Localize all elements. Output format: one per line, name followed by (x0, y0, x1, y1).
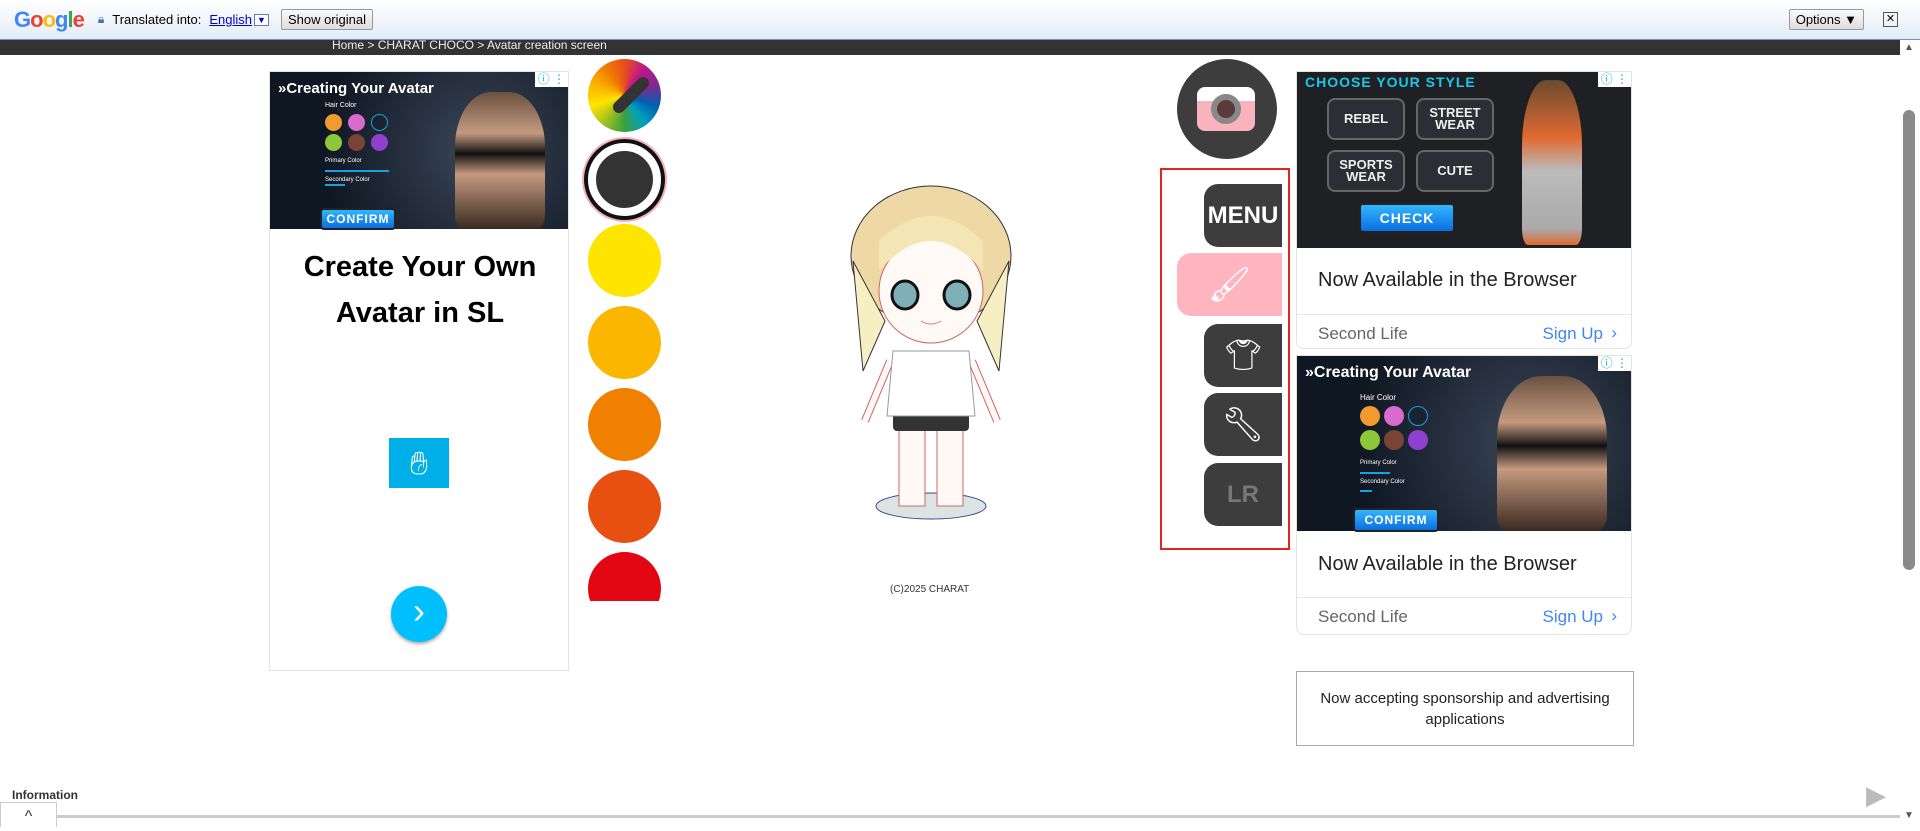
ad-title[interactable]: Now Available in the Browser (1318, 553, 1577, 576)
secondary-color-label: Secondary Color (325, 177, 370, 183)
language-dropdown-icon[interactable]: ▼ (254, 13, 269, 26)
close-icon[interactable]: ✕ (1883, 12, 1898, 27)
translated-into-label: Translated into: (112, 12, 202, 27)
breadcrumb-separator: > (367, 38, 375, 52)
menu-button[interactable]: MENU (1204, 184, 1282, 247)
scrollbar-thumb[interactable] (1903, 110, 1915, 570)
scrollbar[interactable]: ▲ ▼ (1900, 40, 1920, 827)
breadcrumb-separator: > (477, 38, 485, 52)
copyright-text: (C)2025 CHARAT (890, 584, 970, 595)
options-button[interactable]: Options ▼ (1788, 9, 1864, 30)
scroll-up-icon[interactable]: ▲ (1904, 42, 1914, 53)
color-swatch-amber[interactable] (588, 306, 661, 379)
ad-title[interactable]: Now Available in the Browser (1318, 269, 1577, 292)
breadcrumb-section[interactable]: CHARAT CHOCO (378, 38, 474, 52)
breadcrumb: Home > CHARAT CHOCO > Avatar creation sc… (0, 38, 1900, 55)
style-option: REBEL (1327, 98, 1405, 140)
left-ad[interactable]: »Creating Your Avatar Hair Color Primary… (269, 71, 569, 671)
ad-model-image (1497, 376, 1607, 531)
second-life-logo-icon: ✋︎ (389, 438, 449, 488)
hair-color-label: Hair Color (325, 102, 357, 109)
paint-tube-icon: 🖌︎ (1207, 265, 1252, 304)
avatar-preview (845, 171, 1017, 531)
ad-image-heading: »Creating Your Avatar (278, 80, 434, 97)
ad-confirm-button[interactable]: CONFIRM (320, 208, 396, 230)
sponsorship-notice[interactable]: Now accepting sponsorship and advertisin… (1296, 671, 1634, 746)
next-arrow-icon[interactable]: ▶ (1866, 780, 1886, 811)
hair-color-label: Hair Color (1360, 393, 1397, 402)
breadcrumb-home[interactable]: Home (332, 38, 364, 52)
breadcrumb-current: Avatar creation screen (486, 38, 607, 52)
ad-info-icon[interactable]: ⓘ ⋮ (1597, 356, 1631, 371)
ad-brand: Second Life (1318, 324, 1408, 343)
ad-model-image (1522, 80, 1582, 245)
chevron-right-icon: › (1611, 606, 1617, 625)
primary-color-label: Primary Color (1360, 460, 1397, 466)
ad-headline[interactable]: Create Your Own Avatar in SL (290, 244, 550, 336)
scroll-down-icon[interactable]: ▼ (1904, 810, 1914, 821)
ad-image[interactable]: »Creating Your Avatar Hair Color Primary… (270, 72, 568, 230)
right-ad-style[interactable]: CHOOSE YOUR STYLE REBEL STREET WEAR SPOR… (1296, 71, 1632, 349)
ad-image-heading: CHOOSE YOUR STYLE (1305, 74, 1476, 90)
sign-up-link[interactable]: Sign Up (1543, 607, 1603, 627)
ad-image[interactable]: CHOOSE YOUR STYLE REBEL STREET WEAR SPOR… (1297, 72, 1631, 248)
language-link[interactable]: English (209, 12, 252, 27)
google-logo: Google (14, 6, 85, 32)
selected-color-swatch[interactable] (588, 143, 661, 216)
ad-model-image (455, 92, 545, 229)
chevron-right-icon: › (1611, 323, 1617, 342)
information-heading: Information (12, 788, 78, 802)
paint-tool-button[interactable]: 🖌︎ (1177, 253, 1282, 316)
lr-icon: LR (1227, 480, 1259, 508)
wrench-icon: 🔧︎ (1221, 405, 1265, 444)
ad-info-icon[interactable]: ⓘ ⋮ (1597, 72, 1631, 87)
ad-image[interactable]: »Creating Your Avatar Hair Color Primary… (1297, 356, 1631, 532)
color-swatch-red[interactable] (588, 552, 661, 601)
secondary-color-label: Secondary Color (1360, 479, 1405, 485)
primary-color-label: Primary Color (325, 158, 362, 164)
ad-brand: Second Life (1318, 607, 1408, 626)
shirt-hanger-icon: 👕︎ (1223, 339, 1263, 372)
right-ad-avatar[interactable]: »Creating Your Avatar Hair Color Primary… (1296, 355, 1632, 635)
ad-info-icon[interactable]: ⓘ ⋮ (534, 72, 568, 87)
scroll-to-top-button[interactable]: ^ (0, 802, 57, 827)
style-option: CUTE (1416, 150, 1494, 192)
tools-button[interactable]: 🔧︎ (1204, 393, 1282, 456)
ad-footer: Second Life Sign Up › (1297, 314, 1631, 348)
ad-check-button[interactable]: CHECK (1359, 203, 1455, 233)
camera-button[interactable] (1177, 59, 1277, 159)
ad-image-heading: »Creating Your Avatar (1305, 364, 1472, 381)
color-picker-dropper-icon[interactable] (588, 59, 661, 132)
show-original-button[interactable]: Show original (280, 9, 373, 30)
color-swatch-yellow[interactable] (588, 224, 661, 297)
ad-footer: Second Life Sign Up › (1297, 597, 1631, 634)
clothes-button[interactable]: 👕︎ (1204, 324, 1282, 387)
translate-bar: Google 🔒︎ Translated into: English ▼ Sho… (0, 0, 1920, 40)
lock-icon: 🔒︎ (97, 12, 105, 26)
color-swatch-red-orange[interactable] (588, 470, 661, 543)
bottom-divider (57, 815, 1900, 818)
sign-up-link[interactable]: Sign Up (1543, 324, 1603, 344)
ad-next-button[interactable]: › (391, 586, 447, 642)
style-option: SPORTS WEAR (1327, 150, 1405, 192)
color-swatch-orange[interactable] (588, 388, 661, 461)
style-option: STREET WEAR (1416, 98, 1494, 140)
flip-lr-button[interactable]: LR (1204, 463, 1282, 526)
ad-confirm-button[interactable]: CONFIRM (1353, 508, 1439, 532)
